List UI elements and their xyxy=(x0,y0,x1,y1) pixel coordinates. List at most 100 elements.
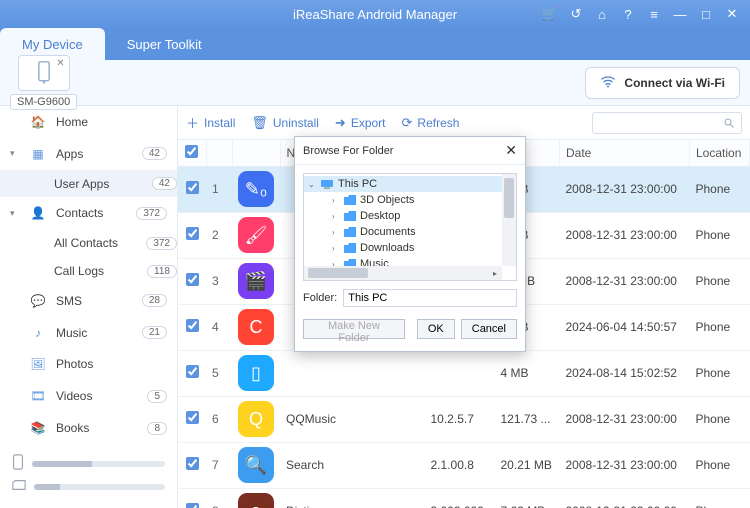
table-row[interactable]: 8 a Dictionary 3.002.009 7.62 MB 2008-12… xyxy=(178,488,750,508)
dialog-titlebar: Browse For Folder ✕ xyxy=(295,137,525,165)
sidebar-sub-all-contacts[interactable]: All Contacts 372 xyxy=(0,229,177,257)
phone-storage-icon xyxy=(12,454,24,473)
tree-item-label: Downloads xyxy=(360,242,414,254)
device-icon[interactable]: ✕ xyxy=(18,55,70,91)
sd-storage-icon xyxy=(12,479,26,494)
menu-icon[interactable]: ≡ xyxy=(646,6,662,22)
cell-version: 2.1.00.8 xyxy=(425,442,495,488)
col-location[interactable]: Location xyxy=(690,140,750,166)
cell-location: Phone xyxy=(690,212,750,258)
tree-hscrollbar[interactable]: ▸ xyxy=(304,266,502,280)
cell-date: 2024-08-14 15:02:52 xyxy=(560,350,690,396)
sidebar-label-contacts: Contacts xyxy=(56,206,103,220)
search-input[interactable] xyxy=(592,112,742,134)
col-date[interactable]: Date xyxy=(560,140,690,166)
connect-wifi-label: Connect via Wi-Fi xyxy=(624,76,725,90)
sidebar-label-music: Music xyxy=(56,326,87,340)
sidebar-label-call-logs: Call Logs xyxy=(54,264,104,278)
tab-super-toolkit[interactable]: Super Toolkit xyxy=(105,28,224,60)
cell-version: 3.002.009 xyxy=(425,488,495,508)
tree-item[interactable]: › Downloads xyxy=(304,240,516,256)
row-index: 8 xyxy=(206,488,232,508)
cart-icon[interactable]: 🛒 xyxy=(542,6,558,22)
folder-path-input[interactable] xyxy=(343,289,517,307)
cell-name: Dictionary xyxy=(280,488,425,508)
maximize-icon[interactable]: □ xyxy=(698,6,714,22)
refresh-icon: ⟳ xyxy=(402,115,413,131)
dialog-close-icon[interactable]: ✕ xyxy=(505,142,517,159)
row-checkbox[interactable] xyxy=(186,457,199,470)
tree-vscrollbar[interactable] xyxy=(502,174,516,266)
row-checkbox[interactable] xyxy=(186,319,199,332)
tree-twisty-icon[interactable]: › xyxy=(332,244,340,253)
home-nav-icon: 🏠 xyxy=(30,114,46,130)
cancel-button[interactable]: Cancel xyxy=(461,319,517,339)
scroll-right-icon[interactable]: ▸ xyxy=(490,268,500,278)
chevron-down-icon: ▾ xyxy=(10,208,15,219)
table-row[interactable]: 7 🔍 Search 2.1.00.8 20.21 MB 2008-12-31 … xyxy=(178,442,750,488)
row-checkbox[interactable] xyxy=(186,503,199,508)
app-icon: 🔍 xyxy=(238,447,274,483)
wifi-icon xyxy=(600,73,616,92)
row-checkbox[interactable] xyxy=(186,411,199,424)
sidebar-item-videos[interactable]: 🎞 Videos 5 xyxy=(0,380,177,412)
connect-wifi-button[interactable]: Connect via Wi-Fi xyxy=(585,67,740,99)
tree-root[interactable]: ⌄ This PC xyxy=(304,176,516,192)
close-icon[interactable]: ✕ xyxy=(724,6,740,22)
folder-icon xyxy=(344,227,356,237)
music-icon: ♪ xyxy=(30,325,46,341)
install-button[interactable]: ＋Install xyxy=(186,113,235,132)
back-icon[interactable]: ↺ xyxy=(568,6,584,22)
cell-date: 2008-12-31 23:00:00 xyxy=(560,212,690,258)
tree-twisty-icon[interactable]: › xyxy=(332,228,340,237)
sidebar-item-music[interactable]: ♪ Music 21 xyxy=(0,317,177,349)
sidebar-item-home[interactable]: 🏠 Home xyxy=(0,106,177,138)
folder-icon xyxy=(344,211,356,221)
tree-twisty-icon[interactable]: › xyxy=(332,212,340,221)
export-button[interactable]: ➜Export xyxy=(335,115,386,131)
tree-item-label: Desktop xyxy=(360,210,400,222)
sidebar-item-sms[interactable]: 💬 SMS 28 xyxy=(0,285,177,317)
table-row[interactable]: 6 Q QQMusic 10.2.5.7 121.73 ... 2008-12-… xyxy=(178,396,750,442)
sidebar-item-apps[interactable]: ▾ ▦ Apps 42 xyxy=(0,138,177,170)
storage-internal xyxy=(12,454,165,473)
ok-button[interactable]: OK xyxy=(417,319,455,339)
make-new-folder-button: Make New Folder xyxy=(303,319,405,339)
home-icon[interactable]: ⌂ xyxy=(594,6,610,22)
cell-location: Phone xyxy=(690,166,750,212)
sidebar-item-books[interactable]: 📚 Books 8 xyxy=(0,412,177,444)
row-index: 5 xyxy=(206,350,232,396)
row-checkbox[interactable] xyxy=(186,365,199,378)
minimize-icon[interactable]: — xyxy=(672,6,688,22)
search-icon xyxy=(723,117,735,129)
sidebar-item-photos[interactable]: 🖼 Photos xyxy=(0,349,177,381)
select-all-checkbox[interactable] xyxy=(185,145,198,158)
sms-badge: 28 xyxy=(142,294,167,307)
tree-item[interactable]: › Desktop xyxy=(304,208,516,224)
tree-twisty-open-icon[interactable]: ⌄ xyxy=(308,180,316,189)
tree-item[interactable]: ›3D Objects xyxy=(304,192,516,208)
videos-badge: 5 xyxy=(147,390,167,403)
folder-icon xyxy=(344,195,356,205)
row-checkbox[interactable] xyxy=(186,227,199,240)
cell-location: Phone xyxy=(690,488,750,508)
row-checkbox[interactable] xyxy=(186,273,199,286)
sidebar-sub-call-logs[interactable]: Call Logs 118 xyxy=(0,257,177,285)
sidebar-item-contacts[interactable]: ▾ 👤 Contacts 372 xyxy=(0,197,177,229)
cell-version xyxy=(425,350,495,396)
table-row[interactable]: 5 ▯ 4 MB 2024-08-14 15:02:52 Phone xyxy=(178,350,750,396)
row-checkbox[interactable] xyxy=(186,181,199,194)
folder-tree[interactable]: ⌄ This PC ›3D Objects›Desktop›Documents›… xyxy=(303,173,517,281)
sidebar-sub-user-apps[interactable]: User Apps 42 xyxy=(0,170,177,198)
uninstall-button[interactable]: 🗑Uninstall xyxy=(251,115,319,131)
tree-twisty-icon[interactable]: › xyxy=(332,196,340,205)
videos-icon: 🎞 xyxy=(30,388,46,404)
storage-sd xyxy=(12,479,165,494)
device-close-icon[interactable]: ✕ xyxy=(56,58,64,69)
tree-item[interactable]: ›Documents xyxy=(304,224,516,240)
refresh-button[interactable]: ⟳Refresh xyxy=(402,115,460,131)
sidebar-label-videos: Videos xyxy=(56,389,92,403)
sidebar-label-photos: Photos xyxy=(56,357,93,371)
titlebar: iReaShare Android Manager 🛒 ↺ ⌂ ? ≡ — □ … xyxy=(0,0,750,28)
help-icon[interactable]: ? xyxy=(620,6,636,22)
